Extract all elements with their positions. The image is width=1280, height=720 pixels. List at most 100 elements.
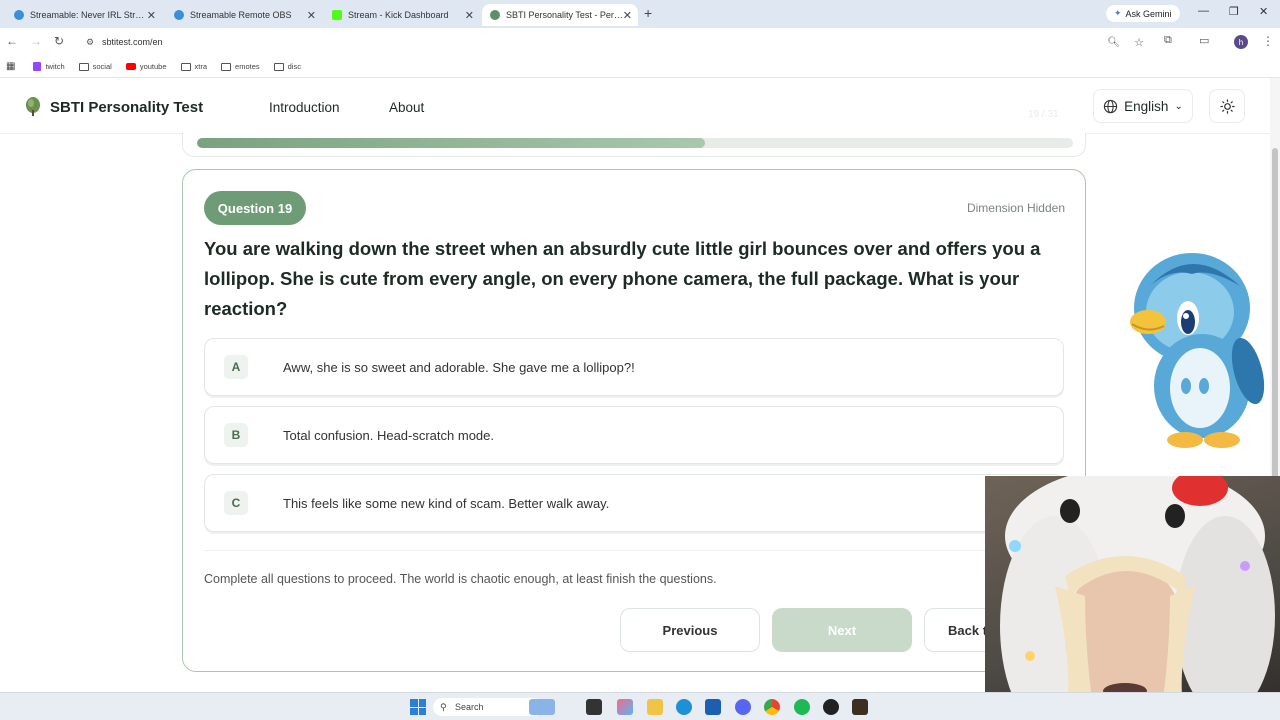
question-counter: 19 / 31 (1028, 109, 1059, 120)
menu-icon[interactable]: ⋮ (1262, 34, 1274, 48)
bookmark-label: disc (287, 62, 301, 71)
browser-tab[interactable]: Streamable Remote OBS ✕ (166, 4, 322, 26)
discord-icon[interactable] (735, 699, 751, 715)
question-card: Question 19 Dimension Hidden You are wal… (182, 169, 1086, 672)
profile-avatar[interactable]: h (1234, 35, 1248, 49)
streamer-webcam-image (1000, 476, 1275, 720)
windows-start-icon[interactable] (410, 699, 426, 715)
option-text: Aww, she is so sweet and adorable. She g… (283, 359, 635, 375)
bookmark-xtra[interactable]: xtra (180, 62, 208, 71)
browser-tab[interactable]: Streamable: Never IRL Stream W ✕ (6, 4, 162, 26)
option-key: B (224, 423, 248, 447)
extensions-icon[interactable]: ⧉ (1164, 34, 1172, 47)
chevron-down-icon: ⌄ (1174, 100, 1183, 112)
folder-icon (180, 62, 191, 71)
tab-label: Stream - Kick Dashboard (348, 10, 449, 20)
option-key: C (224, 491, 248, 515)
nav-introduction[interactable]: Introduction (269, 100, 340, 115)
sun-icon (1219, 98, 1235, 114)
copilot-icon[interactable] (617, 699, 633, 715)
completion-hint: Complete all questions to proceed. The w… (204, 572, 717, 586)
next-button[interactable]: Next (772, 608, 912, 652)
twitch-icon (33, 62, 42, 71)
language-selector[interactable]: English ⌄ (1093, 89, 1193, 123)
minimize-icon[interactable]: — (1198, 5, 1209, 17)
terminal-icon[interactable] (586, 699, 602, 715)
reload-icon[interactable]: ↻ (54, 34, 64, 48)
file-explorer-icon[interactable] (647, 699, 663, 715)
kick-icon (332, 10, 342, 20)
zoom-icon[interactable]: 🔍︎ (1107, 37, 1120, 48)
back-icon[interactable]: ← (6, 34, 18, 48)
language-label: English (1124, 98, 1169, 114)
taskbar-search[interactable]: ⚲ Search (433, 698, 555, 716)
edge-icon[interactable] (676, 699, 692, 715)
globe-icon (1104, 99, 1118, 113)
gemini-icon: ✦ (1114, 8, 1122, 18)
option-text: This feels like some new kind of scam. B… (283, 495, 610, 511)
close-tab-icon[interactable]: ✕ (307, 9, 316, 22)
dimension-label: Dimension Hidden (966, 201, 1065, 215)
url-text: sbtitest.com/en (102, 37, 163, 47)
bookmark-disc[interactable]: disc (273, 62, 301, 71)
option-key: A (224, 355, 248, 379)
option-a[interactable]: A Aww, she is so sweet and adorable. She… (204, 338, 1064, 396)
folder-icon (78, 62, 89, 71)
spotify-icon[interactable] (794, 699, 810, 715)
webcam-overlay (985, 476, 1280, 720)
side-panel-icon[interactable]: ▭ (1199, 34, 1209, 47)
previous-button[interactable]: Previous (620, 608, 760, 652)
new-tab-icon[interactable]: + (644, 5, 652, 21)
browser-tab-active[interactable]: SBTI Personality Test - Personali ✕ (482, 4, 638, 26)
tab-label: Streamable: Never IRL Stream W (30, 10, 148, 20)
browser-tab-bar: Streamable: Never IRL Stream W ✕ Streama… (0, 0, 1280, 28)
youtube-icon (125, 63, 136, 70)
leaf-logo-icon[interactable] (24, 96, 42, 116)
address-bar[interactable]: ⚙ sbtitest.com/en 🔍︎ ☆ (78, 32, 1158, 52)
bookmarks-bar: ▦ twitch social youtube xtra emotes disc (0, 56, 1280, 78)
apps-grid-icon[interactable]: ▦ (6, 61, 15, 72)
app-icon[interactable] (852, 699, 868, 715)
obs-icon[interactable] (823, 699, 839, 715)
bookmark-youtube[interactable]: youtube (125, 62, 167, 71)
browser-tab[interactable]: Stream - Kick Dashboard ✕ (324, 4, 480, 26)
theme-toggle-button[interactable] (1209, 89, 1245, 123)
store-icon[interactable] (705, 699, 721, 715)
close-tab-icon[interactable]: ✕ (623, 9, 632, 22)
question-badge: Question 19 (204, 191, 306, 225)
chrome-icon[interactable] (764, 699, 780, 715)
close-tab-icon[interactable]: ✕ (147, 9, 156, 22)
bookmark-star-icon[interactable]: ☆ (1134, 36, 1144, 49)
progress-bar (197, 138, 1073, 148)
tab-label: SBTI Personality Test - Personali (506, 10, 624, 20)
progress-panel (182, 133, 1086, 157)
bookmark-label: xtra (194, 62, 208, 71)
close-tab-icon[interactable]: ✕ (465, 9, 474, 22)
bookmark-label: youtube (139, 62, 167, 71)
ask-gemini-button[interactable]: ✦ Ask Gemini (1106, 5, 1180, 22)
sbti-favicon-icon (490, 10, 500, 20)
folder-icon (273, 62, 284, 71)
bookmark-twitch[interactable]: twitch (33, 62, 65, 71)
bookmark-label: twitch (45, 62, 65, 71)
question-text: You are walking down the street when an … (204, 238, 1041, 319)
bookmark-emotes[interactable]: emotes (221, 62, 260, 71)
restore-icon[interactable]: ❐ (1229, 5, 1239, 18)
site-title[interactable]: SBTI Personality Test (50, 99, 203, 116)
close-window-icon[interactable]: ✕ (1259, 5, 1268, 18)
penguin-mascot-image (1130, 253, 1265, 448)
option-text: Total confusion. Head-scratch mode. (283, 427, 494, 443)
tab-label: Streamable Remote OBS (190, 10, 292, 20)
site-info-icon[interactable]: ⚙ (86, 37, 94, 48)
windows-taskbar: ⚲ Search (0, 692, 1280, 720)
divider (204, 550, 1064, 551)
option-b[interactable]: B Total confusion. Head-scratch mode. (204, 406, 1064, 464)
bookmark-social[interactable]: social (78, 62, 112, 71)
streamable-icon (174, 10, 184, 20)
streamable-icon (14, 10, 24, 20)
forward-icon[interactable]: → (30, 34, 42, 48)
nav-about[interactable]: About (389, 100, 424, 115)
search-icon: ⚲ (440, 701, 447, 712)
option-c[interactable]: C This feels like some new kind of scam.… (204, 474, 1064, 532)
bookmark-label: emotes (235, 62, 260, 71)
